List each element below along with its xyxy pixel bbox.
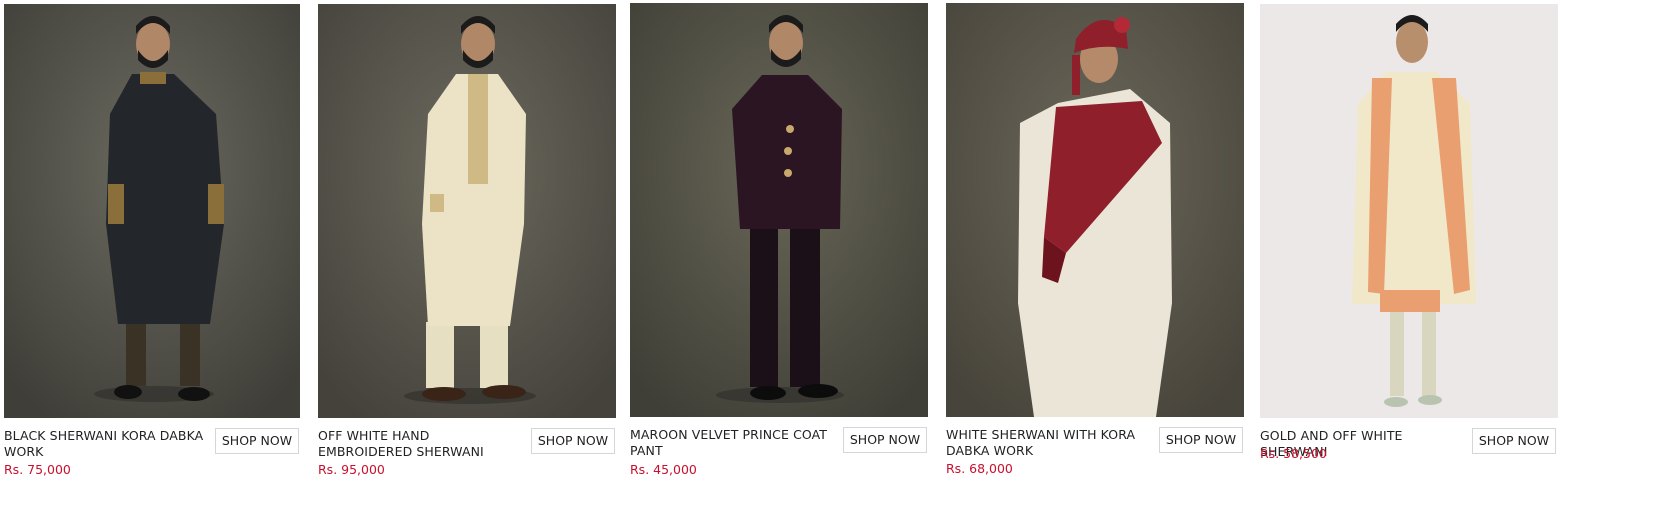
product-title[interactable]: WHITE SHERWANI WITH KORA DABKA WORK <box>946 427 1151 459</box>
product-price: Rs. 45,000 <box>630 462 697 477</box>
product-price: Rs. 58,500 <box>1260 446 1327 461</box>
shop-now-button[interactable]: SHOP NOW <box>1159 427 1243 453</box>
product-card: OFF WHITE HAND EMBROIDERED SHERWANI Rs. … <box>318 4 616 504</box>
product-image[interactable] <box>630 3 928 417</box>
shop-now-button[interactable]: SHOP NOW <box>215 428 299 454</box>
shop-now-button[interactable]: SHOP NOW <box>531 428 615 454</box>
shop-now-button[interactable]: SHOP NOW <box>1472 428 1556 454</box>
product-price: Rs. 75,000 <box>4 462 71 477</box>
product-image[interactable] <box>4 4 300 418</box>
product-price: Rs. 68,000 <box>946 461 1013 476</box>
product-card: GOLD AND OFF WHITE SHERWANI Rs. 58,500 S… <box>1260 4 1558 504</box>
product-title[interactable]: BLACK SHERWANI KORA DABKA WORK <box>4 428 209 460</box>
product-card: MAROON VELVET PRINCE COAT PANT Rs. 45,00… <box>630 3 928 503</box>
product-card: BLACK SHERWANI KORA DABKA WORK Rs. 75,00… <box>4 4 300 504</box>
product-title[interactable]: MAROON VELVET PRINCE COAT PANT <box>630 427 835 459</box>
product-title[interactable]: OFF WHITE HAND EMBROIDERED SHERWANI <box>318 428 523 460</box>
shop-now-button[interactable]: SHOP NOW <box>843 427 927 453</box>
product-image[interactable] <box>1260 4 1558 418</box>
product-price: Rs. 95,000 <box>318 462 385 477</box>
product-image[interactable] <box>946 3 1244 417</box>
product-card: WHITE SHERWANI WITH KORA DABKA WORK Rs. … <box>946 3 1244 503</box>
product-image[interactable] <box>318 4 616 418</box>
